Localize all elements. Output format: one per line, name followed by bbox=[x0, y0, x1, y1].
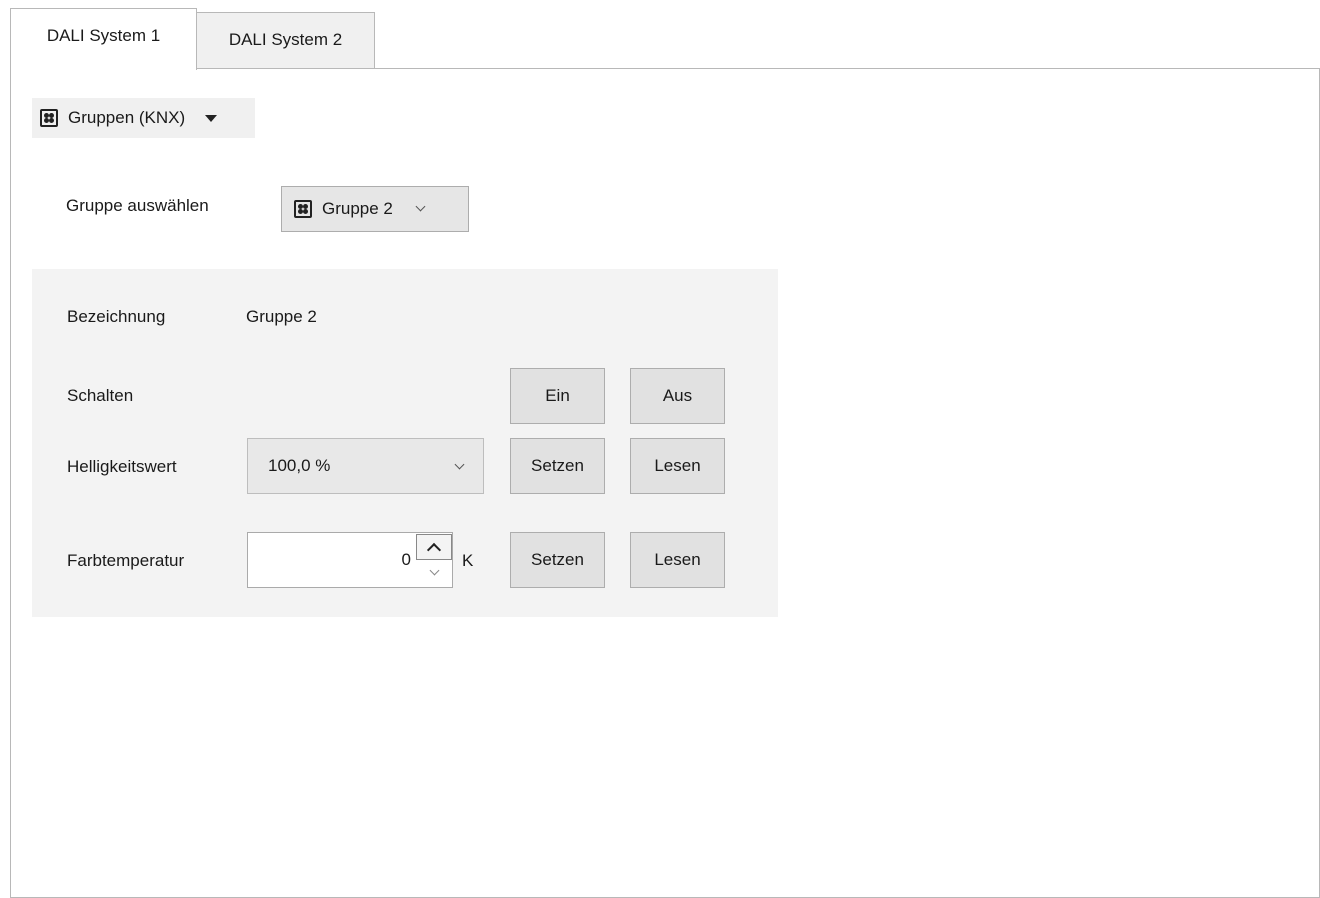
color-temp-value: 0 bbox=[401, 550, 411, 569]
brightness-value: 100,0 % bbox=[268, 456, 331, 475]
tab-dali-system-1[interactable]: DALI System 1 bbox=[10, 8, 197, 70]
chevron-down-icon bbox=[415, 201, 426, 211]
chevron-up-icon bbox=[426, 542, 442, 558]
view-selector-label: Gruppen (KNX) bbox=[68, 108, 186, 127]
tab-label: DALI System 1 bbox=[46, 25, 161, 45]
group-select-label: Gruppe auswählen bbox=[66, 196, 209, 215]
name-label: Bezeichnung bbox=[67, 307, 166, 326]
decrement-button[interactable] bbox=[416, 561, 452, 586]
off-button[interactable]: Aus bbox=[630, 368, 725, 424]
color-temp-set-button[interactable]: Setzen bbox=[510, 532, 605, 588]
tab-dali-system-2[interactable]: DALI System 2 bbox=[196, 12, 375, 68]
switch-label: Schalten bbox=[67, 386, 134, 405]
read-button-label: Lesen bbox=[654, 456, 701, 475]
view-selector-dropdown[interactable]: Gruppen (KNX) bbox=[32, 98, 255, 138]
color-temp-unit: K bbox=[462, 551, 474, 570]
group-select-dropdown[interactable]: Gruppe 2 bbox=[281, 186, 469, 232]
set-button-label: Setzen bbox=[531, 550, 584, 569]
chevron-down-icon bbox=[429, 565, 439, 576]
grid-icon bbox=[294, 200, 312, 218]
group-select-value: Gruppe 2 bbox=[322, 199, 393, 218]
tab-label: DALI System 2 bbox=[228, 29, 343, 49]
increment-button[interactable] bbox=[416, 534, 452, 560]
on-button-label: Ein bbox=[545, 386, 570, 405]
color-temp-read-button[interactable]: Lesen bbox=[630, 532, 725, 588]
on-button[interactable]: Ein bbox=[510, 368, 605, 424]
read-button-label: Lesen bbox=[654, 550, 701, 569]
set-button-label: Setzen bbox=[531, 456, 584, 475]
chevron-down-icon bbox=[454, 459, 465, 470]
name-value: Gruppe 2 bbox=[246, 307, 317, 326]
color-temp-label: Farbtemperatur bbox=[67, 551, 185, 570]
brightness-set-button[interactable]: Setzen bbox=[510, 438, 605, 494]
grid-icon bbox=[40, 109, 58, 127]
brightness-combobox[interactable]: 100,0 % bbox=[247, 438, 484, 494]
brightness-label: Helligkeitswert bbox=[67, 457, 177, 476]
off-button-label: Aus bbox=[662, 386, 693, 405]
caret-down-icon bbox=[205, 114, 218, 122]
brightness-read-button[interactable]: Lesen bbox=[630, 438, 725, 494]
